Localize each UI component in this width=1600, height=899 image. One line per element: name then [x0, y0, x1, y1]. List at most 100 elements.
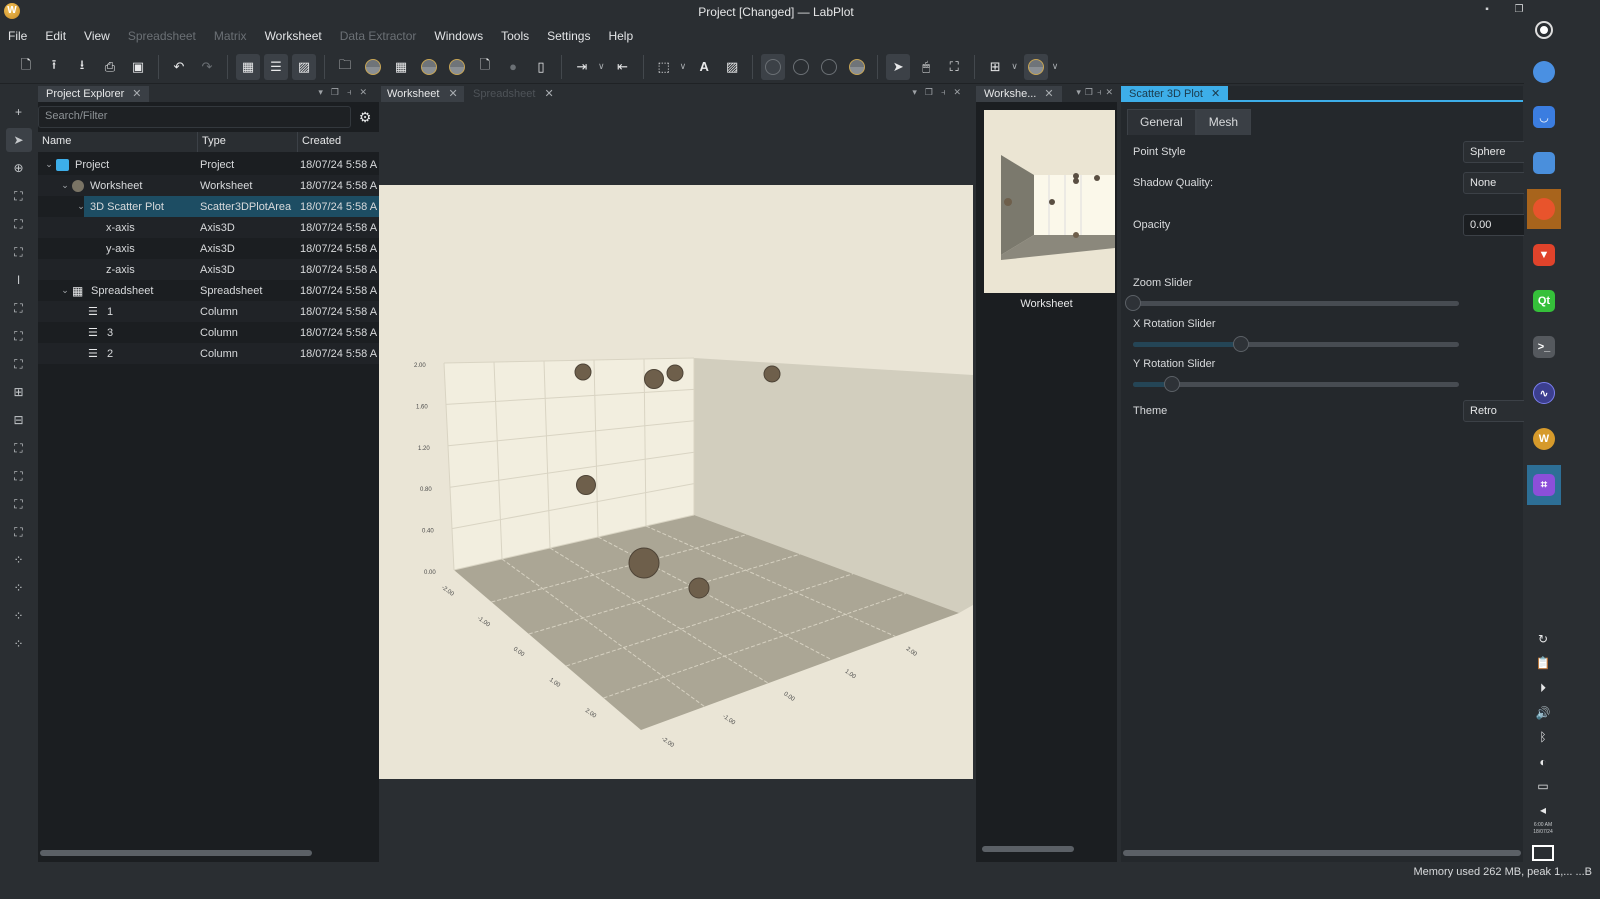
- plot-type-icon[interactable]: [845, 54, 869, 80]
- add-icon[interactable]: +: [6, 100, 32, 124]
- chevron-down-icon[interactable]: ∨: [1052, 61, 1059, 72]
- archive-icon[interactable]: ▣: [126, 54, 150, 80]
- data-point[interactable]: [688, 577, 710, 599]
- fit-icon[interactable]: ⛶: [942, 54, 966, 80]
- add-element-icon[interactable]: ⊞: [983, 54, 1007, 80]
- data-point[interactable]: [576, 475, 596, 495]
- chevron-down-icon[interactable]: ∨: [598, 61, 605, 72]
- terminal-icon[interactable]: >_: [1527, 327, 1561, 367]
- worksheet-icon[interactable]: [445, 54, 469, 80]
- preview-tab[interactable]: Workshe... ✕: [976, 86, 1062, 102]
- toggle-icon[interactable]: [1527, 52, 1561, 92]
- scale-auto-y-icon[interactable]: ⛶: [6, 352, 32, 376]
- opacity-input[interactable]: 0.00: [1463, 214, 1527, 236]
- export-layout-icon[interactable]: ⇥: [570, 54, 594, 80]
- close-icon[interactable]: ✕: [544, 88, 553, 100]
- data-point[interactable]: [574, 363, 592, 381]
- chevron-down-icon[interactable]: ⌄: [58, 285, 72, 296]
- gear-icon[interactable]: ⚙: [356, 108, 374, 126]
- slider-handle[interactable]: [1125, 295, 1141, 311]
- tab-spreadsheet[interactable]: Spreadsheet ✕: [467, 86, 560, 102]
- chevron-down-icon[interactable]: ⌄: [58, 180, 72, 191]
- data-point[interactable]: [628, 547, 660, 579]
- cursor-icon[interactable]: I: [6, 268, 32, 292]
- dock-controls[interactable]: ▾❐⫞✕: [1076, 87, 1117, 98]
- zoom-in-y-icon[interactable]: ⛶: [6, 492, 32, 516]
- show-desktop-icon[interactable]: [1532, 845, 1554, 861]
- brightness-icon[interactable]: ◐: [1534, 755, 1552, 773]
- column-header-type[interactable]: Type: [198, 132, 298, 152]
- table-row[interactable]: ⌄ Project Project 18/07/24 5:58 A: [38, 154, 379, 175]
- menu-edit[interactable]: Edit: [45, 29, 66, 43]
- horizontal-scrollbar[interactable]: [40, 850, 312, 856]
- worksheet-thumbnail[interactable]: [984, 110, 1115, 293]
- worksheet-theme-icon[interactable]: [1023, 53, 1048, 80]
- new-document-icon[interactable]: 🗋: [14, 54, 38, 80]
- chevron-down-icon[interactable]: ∨: [1011, 61, 1018, 72]
- undo-icon[interactable]: ↶: [167, 54, 191, 80]
- menu-view[interactable]: View: [84, 29, 110, 43]
- worksheet-icon[interactable]: [361, 54, 385, 80]
- minimize-button[interactable]: ▪: [1480, 4, 1494, 18]
- select-cursor-icon[interactable]: ➤: [886, 53, 911, 80]
- x-rotation-slider[interactable]: [1133, 336, 1459, 352]
- list-view-icon[interactable]: ☰: [264, 53, 288, 80]
- dock-controls[interactable]: ▾❐⫞✕: [318, 87, 375, 98]
- menu-tools[interactable]: Tools: [501, 29, 529, 43]
- files-icon[interactable]: [1527, 143, 1561, 183]
- plot-area-icon[interactable]: ⬚: [652, 54, 676, 80]
- display-icon[interactable]: ▭: [1534, 779, 1552, 797]
- shift-left-icon[interactable]: ⁘: [6, 548, 32, 572]
- spreadsheet-add-icon[interactable]: ▦: [389, 54, 413, 80]
- add-note-icon[interactable]: 🗋: [473, 54, 497, 80]
- column-header-created[interactable]: Created: [298, 132, 379, 152]
- table-row[interactable]: z-axis Axis3D 18/07/24 5:58 A: [38, 259, 379, 280]
- expand-tray-icon[interactable]: ◂: [1534, 803, 1552, 821]
- import-icon[interactable]: ⭱: [42, 54, 66, 80]
- select-cursor-icon[interactable]: ➤: [5, 128, 32, 152]
- store-icon[interactable]: ◡: [1527, 97, 1561, 137]
- scatter-3d-plot[interactable]: 2.00 1.60 1.20 0.80 0.40 0.00 -2.00 -1.00 0.00 1.…: [379, 185, 973, 779]
- close-icon[interactable]: ✕: [1044, 88, 1053, 100]
- data-point[interactable]: [763, 365, 781, 383]
- firefox-icon[interactable]: [1527, 189, 1561, 229]
- project-explorer-tab[interactable]: Project Explorer ✕: [38, 86, 150, 102]
- zoom-slider[interactable]: [1125, 295, 1459, 311]
- close-icon[interactable]: ✕: [132, 88, 141, 100]
- print-icon[interactable]: ⎙: [98, 54, 122, 80]
- table-row[interactable]: y-axis Axis3D 18/07/24 5:58 A: [38, 238, 379, 259]
- image-icon[interactable]: ▨: [720, 54, 744, 80]
- worksheet-icon[interactable]: [417, 54, 441, 80]
- tab-mesh[interactable]: Mesh: [1195, 109, 1252, 135]
- scale-auto-x-icon[interactable]: ⛶: [6, 324, 32, 348]
- shift-right-icon[interactable]: ⁘: [6, 576, 32, 600]
- menu-worksheet[interactable]: Worksheet: [265, 29, 322, 43]
- horizontal-scrollbar[interactable]: [1123, 850, 1521, 856]
- point-style-select[interactable]: Sphere: [1463, 141, 1527, 163]
- zoom-out-y-icon[interactable]: ⛶: [6, 520, 32, 544]
- column-header-name[interactable]: Name: [38, 132, 198, 152]
- close-icon[interactable]: ✕: [1211, 88, 1220, 100]
- table-row[interactable]: ☰ 2 Column 18/07/24 5:58 A: [38, 343, 379, 364]
- horizontal-scrollbar[interactable]: [982, 846, 1074, 852]
- dock-controls[interactable]: ▾❐⫞✕: [912, 87, 969, 98]
- obs-icon[interactable]: [1527, 10, 1561, 50]
- open-folder-icon[interactable]: 🗀: [333, 54, 357, 80]
- export-icon[interactable]: ⭳: [70, 54, 94, 80]
- refresh-icon[interactable]: ↻: [1534, 632, 1552, 650]
- monitor-icon[interactable]: ∿: [1527, 373, 1561, 413]
- slider-handle[interactable]: [1164, 376, 1181, 392]
- image-view-icon[interactable]: ▨: [292, 53, 316, 80]
- table-row[interactable]: ⌄ Worksheet Worksheet 18/07/24 5:58 A: [38, 175, 379, 196]
- tab-scatter-3d-plot[interactable]: Scatter 3D Plot ✕: [1121, 86, 1229, 102]
- layout-icon[interactable]: ⇤: [611, 54, 635, 80]
- page-icon[interactable]: ▯: [529, 54, 553, 80]
- y-rotation-slider[interactable]: [1133, 376, 1459, 392]
- shift-down-icon[interactable]: ⁘: [6, 632, 32, 656]
- plot-type-icon[interactable]: [761, 53, 786, 80]
- zoom-out-icon[interactable]: ⊟: [6, 408, 32, 432]
- menu-help[interactable]: Help: [608, 29, 633, 43]
- volume-icon[interactable]: 🔊: [1534, 706, 1552, 724]
- zoom-in-x-icon[interactable]: ⛶: [6, 436, 32, 460]
- scale-auto-icon[interactable]: ⛶: [6, 296, 32, 320]
